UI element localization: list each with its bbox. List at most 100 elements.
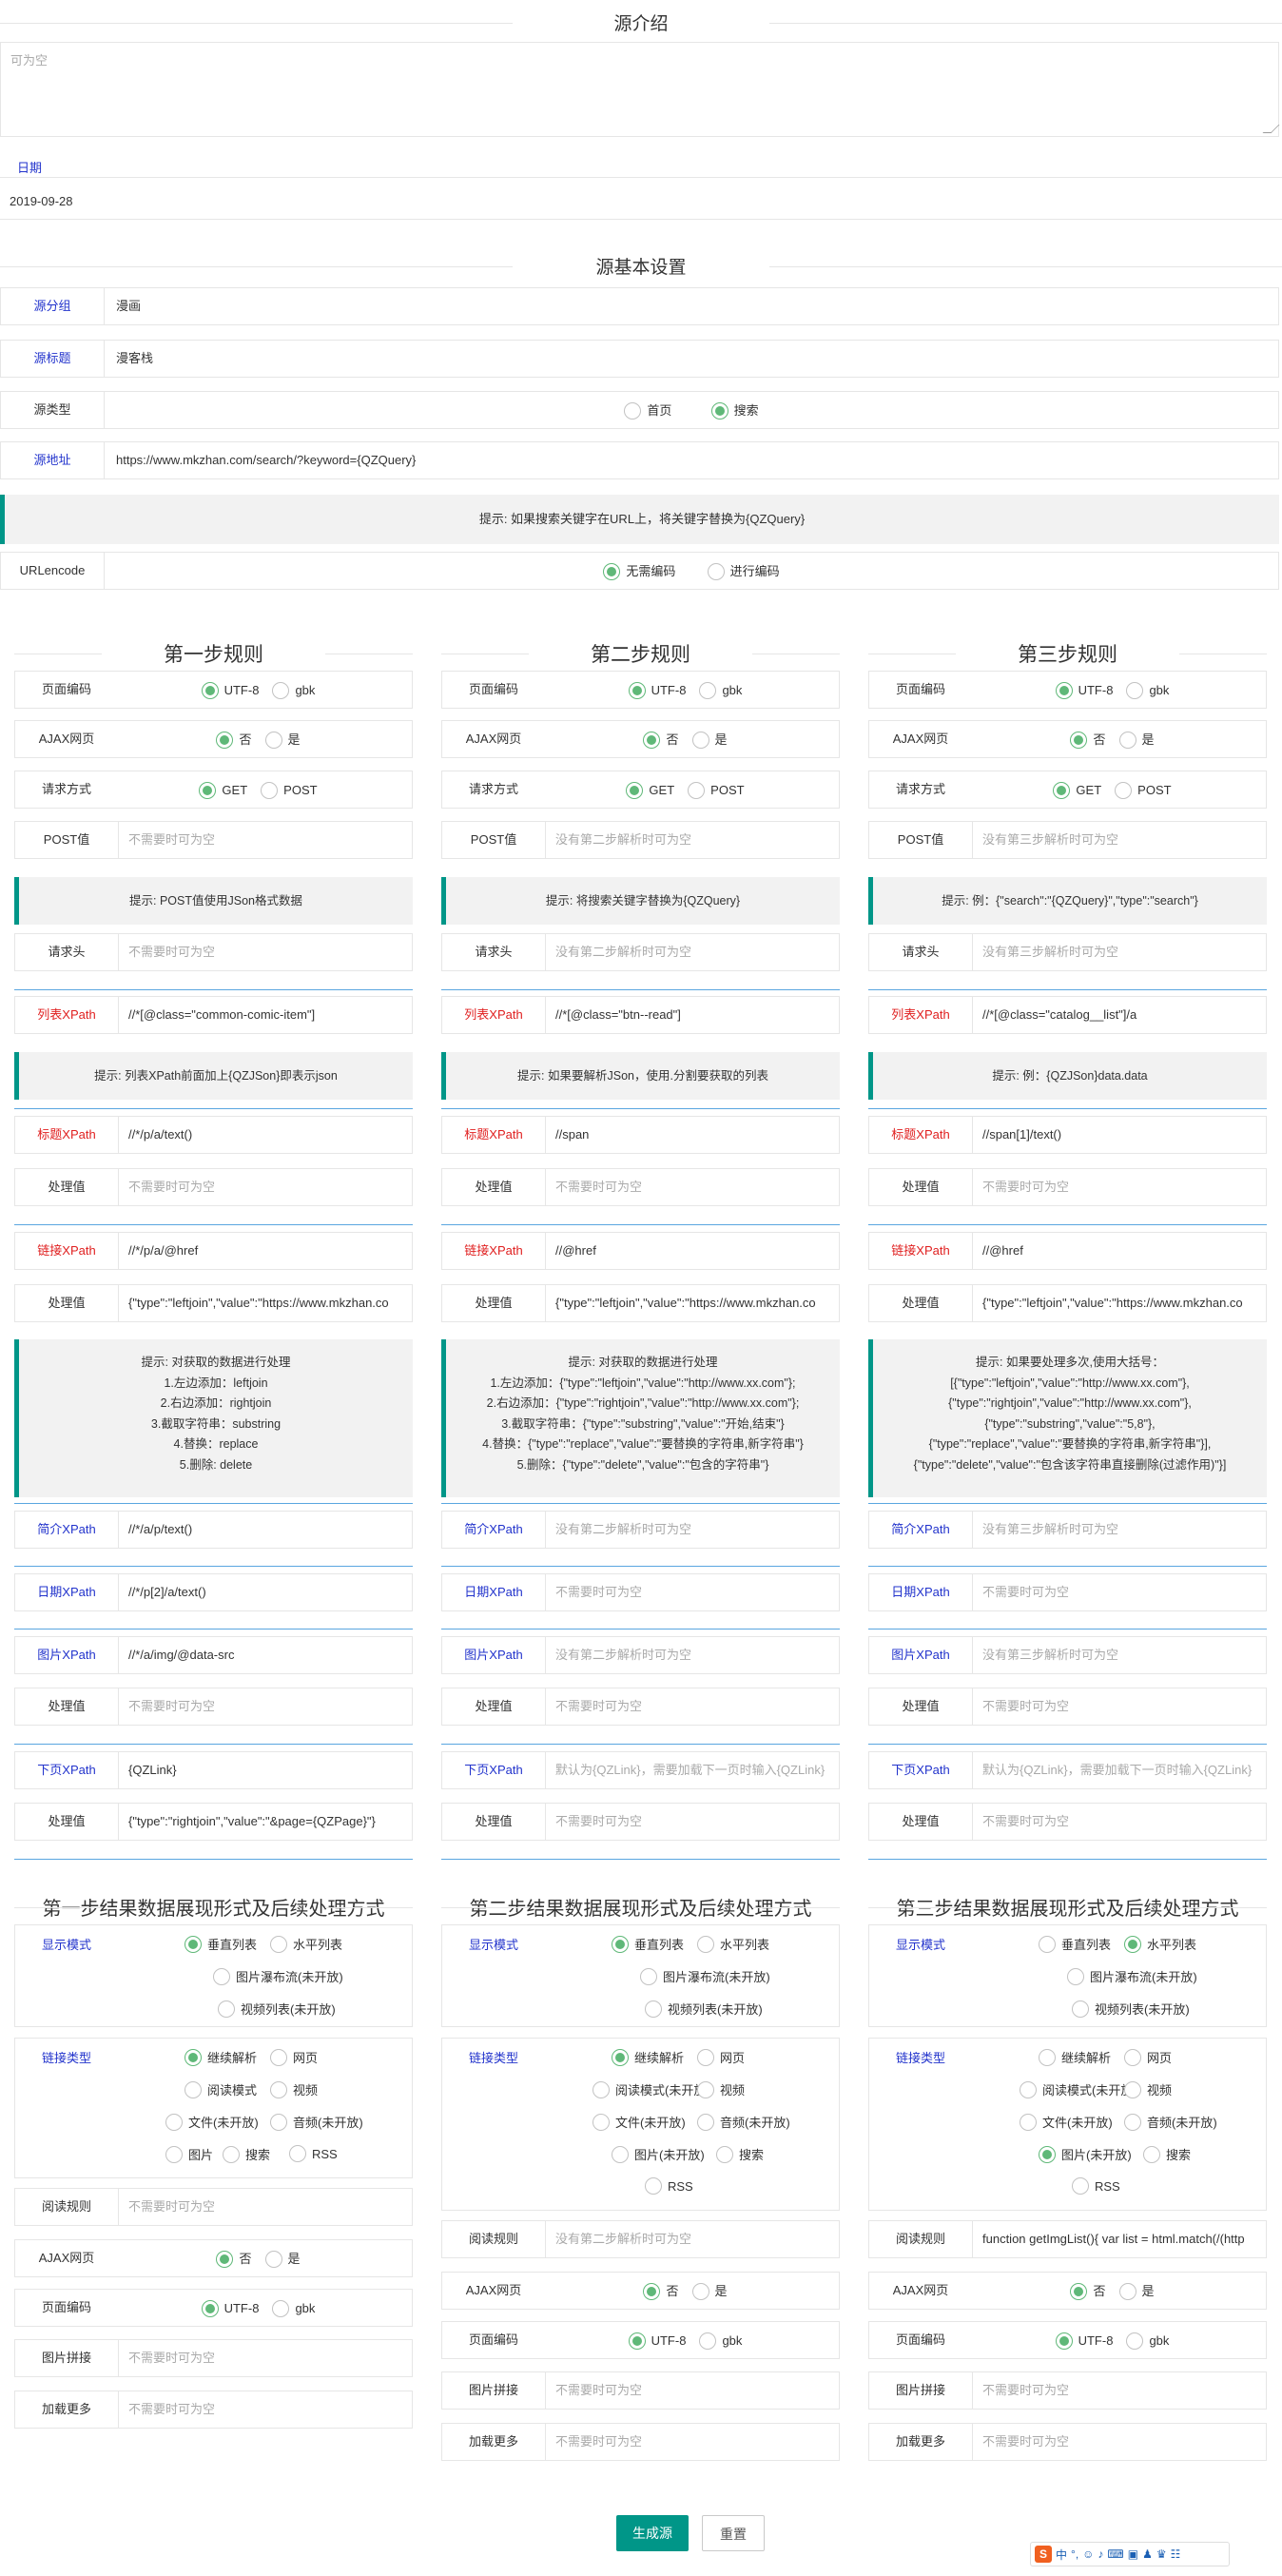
- link-continue-option[interactable]: 继续解析: [1039, 2048, 1111, 2066]
- step1-proc2-input[interactable]: {"type":"leftjoin","value":"https://www.…: [118, 1285, 412, 1321]
- mode-vertical-radio[interactable]: [185, 1935, 202, 1953]
- step3-list-xpath-input[interactable]: //*[@class="catalog__list"]/a: [972, 997, 1266, 1033]
- disp-enc-radio[interactable]: [201, 2300, 219, 2318]
- step2-proc2-input[interactable]: {"type":"leftjoin","value":"https://www.…: [545, 1285, 839, 1321]
- step1-list-xpath-input[interactable]: //*[@class="common-comic-item"]: [118, 997, 412, 1033]
- mode-video-list-radio[interactable]: [218, 2000, 235, 2018]
- ime-item[interactable]: ☷: [1171, 2547, 1181, 2561]
- link-file-radio[interactable]: [165, 2113, 183, 2131]
- step1-next-xpath-input[interactable]: {QZLink}: [118, 1752, 412, 1788]
- mode-video-list-option[interactable]: 视频列表(未开放): [1072, 2000, 1190, 2018]
- mode-horizontal-option[interactable]: 水平列表: [270, 1935, 342, 1953]
- link-audio-radio[interactable]: [270, 2113, 287, 2131]
- step1-title-xpath-input[interactable]: //*/p/a/text(): [118, 1117, 412, 1153]
- link-read-radio[interactable]: [1020, 2080, 1037, 2098]
- mode-vertical-radio[interactable]: [612, 1935, 629, 1953]
- step2-list-xpath-input[interactable]: //*[@class="btn--read"]: [545, 997, 839, 1033]
- submit-button[interactable]: 生成源: [616, 2515, 689, 2551]
- link-audio-option[interactable]: 音频(未开放): [697, 2113, 790, 2131]
- step1-img-xpath-input[interactable]: //*/a/img/@data-src: [118, 1637, 412, 1673]
- ime-item[interactable]: ⌨: [1107, 2547, 1123, 2561]
- link-continue-option[interactable]: 继续解析: [185, 2048, 257, 2066]
- img-join-input[interactable]: 不需要时可为空: [972, 2372, 1266, 2409]
- group-input[interactable]: 漫画: [104, 288, 1278, 324]
- step1-date-xpath-input[interactable]: //*/p[2]/a/text(): [118, 1574, 412, 1610]
- step3-title-xpath-input[interactable]: //span[1]/text(): [972, 1117, 1266, 1153]
- step2-title-xpath-input[interactable]: //span: [545, 1117, 839, 1153]
- link-rss-radio[interactable]: [1072, 2177, 1089, 2195]
- read-rule-input[interactable]: function getImgList(){ var list = html.m…: [972, 2221, 1266, 2257]
- ime-item[interactable]: ☺: [1082, 2547, 1094, 2561]
- step3-proc2-input[interactable]: {"type":"leftjoin","value":"https://www.…: [972, 1285, 1266, 1321]
- step1-link-xpath-input[interactable]: //*/p/a/@href: [118, 1233, 412, 1269]
- disp-enc-radio[interactable]: [1055, 2332, 1073, 2351]
- link-search-option[interactable]: 搜索: [716, 2145, 764, 2163]
- link-file-radio[interactable]: [1020, 2113, 1037, 2131]
- link-read-radio[interactable]: [592, 2080, 610, 2098]
- ime-item[interactable]: 中: [1056, 2547, 1067, 2563]
- link-image-option[interactable]: 图片(未开放): [1039, 2145, 1132, 2163]
- link-image-radio[interactable]: [165, 2145, 183, 2163]
- step2-header-input[interactable]: 没有第二步解析时可为空: [545, 934, 839, 970]
- disp-ajax-radio[interactable]: [1070, 2283, 1088, 2301]
- link-video-option[interactable]: 视频: [1124, 2080, 1172, 2098]
- link-read-option[interactable]: 阅读模式(未开放): [1020, 2080, 1137, 2098]
- disp-enc-radio[interactable]: [699, 2332, 717, 2351]
- step2-desc-xpath-input[interactable]: 没有第二步解析时可为空: [545, 1512, 839, 1548]
- load-more-input[interactable]: 不需要时可为空: [118, 2391, 412, 2428]
- mode-waterfall-radio[interactable]: [1067, 1967, 1084, 1985]
- link-continue-radio[interactable]: [185, 2048, 202, 2066]
- step3-method-radio[interactable]: [1115, 782, 1133, 800]
- mode-waterfall-option[interactable]: 图片瀑布流(未开放): [213, 1967, 343, 1985]
- link-audio-option[interactable]: 音频(未开放): [1124, 2113, 1217, 2131]
- link-file-option[interactable]: 文件(未开放): [165, 2113, 259, 2131]
- link-search-option[interactable]: 搜索: [1143, 2145, 1191, 2163]
- link-video-option[interactable]: 视频: [697, 2080, 745, 2098]
- step3-page-enc-radio[interactable]: [1126, 682, 1144, 700]
- step3-post-input[interactable]: 没有第三步解析时可为空: [972, 822, 1266, 858]
- img-join-input[interactable]: 不需要时可为空: [545, 2372, 839, 2409]
- link-continue-radio[interactable]: [612, 2048, 629, 2066]
- step2-ajax-radio[interactable]: [691, 732, 709, 750]
- link-web-option[interactable]: 网页: [697, 2048, 745, 2066]
- mode-vertical-option[interactable]: 垂直列表: [1039, 1935, 1111, 1953]
- link-continue-radio[interactable]: [1039, 2048, 1056, 2066]
- step1-method-radio[interactable]: [261, 782, 279, 800]
- mode-video-list-option[interactable]: 视频列表(未开放): [645, 2000, 763, 2018]
- link-search-radio[interactable]: [1143, 2145, 1160, 2163]
- disp-enc-radio[interactable]: [272, 2300, 290, 2318]
- mode-waterfall-radio[interactable]: [640, 1967, 657, 1985]
- ime-item[interactable]: °,: [1071, 2547, 1078, 2561]
- link-web-option[interactable]: 网页: [270, 2048, 318, 2066]
- link-file-option[interactable]: 文件(未开放): [592, 2113, 686, 2131]
- step3-next-xpath-input[interactable]: 默认为{QZLink}，需要加载下一页时输入{QZLink}: [972, 1752, 1266, 1788]
- step2-proc1-input[interactable]: 不需要时可为空: [545, 1169, 839, 1205]
- step2-method-radio[interactable]: [626, 782, 644, 800]
- step3-proc1-input[interactable]: 不需要时可为空: [972, 1169, 1266, 1205]
- mode-waterfall-option[interactable]: 图片瀑布流(未开放): [640, 1967, 770, 1985]
- enc-radio-none[interactable]: [603, 562, 621, 580]
- url-input[interactable]: https://www.mkzhan.com/search/?keyword={…: [104, 442, 1278, 478]
- mode-horizontal-radio[interactable]: [697, 1935, 714, 1953]
- load-more-input[interactable]: 不需要时可为空: [545, 2424, 839, 2460]
- disp-enc-radio[interactable]: [628, 2332, 646, 2351]
- link-read-option[interactable]: 阅读模式(未开放): [592, 2080, 710, 2098]
- step1-desc-xpath-input[interactable]: //*/a/p/text(): [118, 1512, 412, 1548]
- ime-toolbar[interactable]: S 中 °, ☺ ♪ ⌨ ▣ ♟ ♛ ☷: [1030, 2542, 1230, 2566]
- disp-ajax-radio[interactable]: [264, 2251, 282, 2269]
- link-read-option[interactable]: 阅读模式: [185, 2080, 257, 2098]
- step3-header-input[interactable]: 没有第三步解析时可为空: [972, 934, 1266, 970]
- step1-ajax-radio[interactable]: [264, 732, 282, 750]
- step1-page-enc-radio[interactable]: [201, 682, 219, 700]
- step3-ajax-radio[interactable]: [1070, 732, 1088, 750]
- disp-enc-radio[interactable]: [1126, 2332, 1144, 2351]
- mode-waterfall-option[interactable]: 图片瀑布流(未开放): [1067, 1967, 1197, 1985]
- disp-ajax-radio[interactable]: [216, 2251, 234, 2269]
- name-input[interactable]: 漫客栈: [104, 341, 1278, 377]
- step2-next-xpath-input[interactable]: 默认为{QZLink}，需要加载下一页时输入{QZLink}: [545, 1752, 839, 1788]
- step3-proc3-input[interactable]: 不需要时可为空: [972, 1688, 1266, 1725]
- mode-horizontal-option[interactable]: 水平列表: [697, 1935, 769, 1953]
- link-image-option[interactable]: 图片(未开放): [612, 2145, 705, 2163]
- step2-page-enc-radio[interactable]: [699, 682, 717, 700]
- step2-date-xpath-input[interactable]: 不需要时可为空: [545, 1574, 839, 1610]
